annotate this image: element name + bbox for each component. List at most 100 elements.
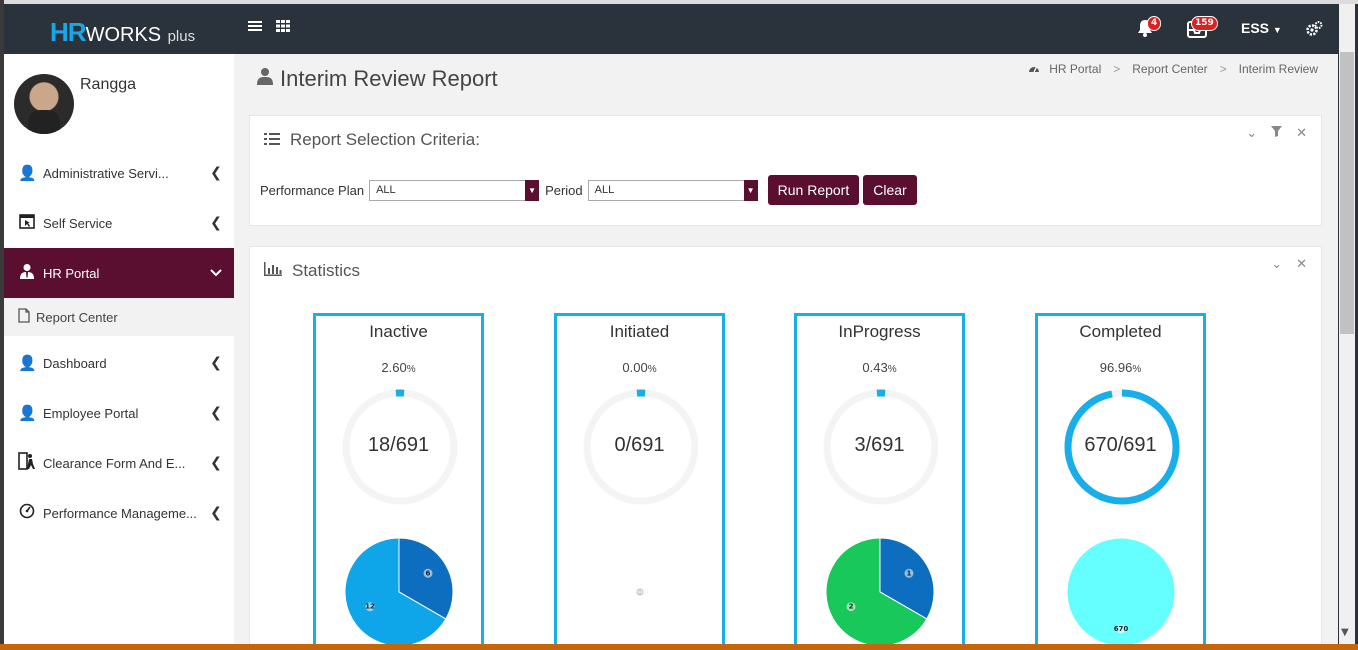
stat-percent-value: 0.00 [622,360,648,375]
sidebar-item-performance-management[interactable]: Performance Manageme... ❮ [4,488,234,538]
sidebar-subitem-label: Report Center [36,309,118,325]
stat-card-percent: 0.00% [557,360,722,375]
sidebar-item-label: HR Portal [43,265,100,281]
breadcrumb-report-center[interactable]: Report Center [1132,62,1207,76]
stat-percent-unit: % [887,364,897,375]
chevron-left-icon: ❮ [210,215,222,231]
sidebar-item-employee-portal[interactable]: 👤 Employee Portal ❮ [4,388,234,438]
stat-percent-unit: % [406,364,416,375]
criteria-panel-header: Report Selection Criteria: [264,130,480,150]
avatar[interactable] [14,74,74,134]
gauge-icon [18,503,36,523]
sidebar-item-dashboard[interactable]: 👤 Dashboard ❮ [4,338,234,388]
statistics-panel: Statistics ⌄ ✕ Inactive 2.60% 18/691 601… [249,246,1322,644]
breadcrumb-hr-portal[interactable]: HR Portal [1049,62,1101,76]
pie-slice-label: 6 [426,569,431,577]
stat-card-title: Inactive [369,322,428,341]
collapse-icon[interactable]: ⌄ [1246,126,1257,141]
window-bottom-edge [0,644,1358,650]
user-name: Rangga [80,76,137,93]
top-header: HRWORKS plus 4 159 ESS ▼ [4,4,1338,54]
grid-icon[interactable] [276,18,290,37]
app-logo[interactable]: HRWORKS plus [50,17,195,48]
chevron-left-icon: ❮ [210,165,222,181]
user-icon [256,67,274,91]
statistics-panel-title: Statistics [292,261,361,280]
performance-plan-label: Performance Plan [260,182,365,198]
breadcrumb-interim-review: Interim Review [1238,62,1318,76]
sidebar-item-label: Clearance Form And E... [43,455,186,471]
scrollbar-thumb[interactable] [1340,52,1354,334]
logo-hr: HR [50,17,87,47]
sidebar-item-administrative-services[interactable]: 👤 Administrative Servi... ❮ [4,148,234,198]
pie-slice-label: 1 [907,569,912,577]
sidebar-item-self-service[interactable]: Self Service ❮ [4,198,234,248]
stat-card-title: Initiated [609,322,670,341]
status-pie-chart: 0 [636,588,644,596]
performance-plan-value: ALL [376,183,396,196]
criteria-form: Performance Plan ALL ▼ Period ALL ▼ Run … [260,175,917,205]
run-report-button[interactable]: Run Report [767,175,860,205]
breadcrumb-separator: > [1113,62,1121,76]
logo-works: WORKS [85,24,162,46]
app-window: HRWORKS plus 4 159 ESS ▼ Rangga 👤 Admini… [4,4,1338,644]
bar-chart-icon [264,262,282,280]
stat-card-percent: 2.60% [316,360,481,375]
dropdown-arrow-icon: ▼ [525,179,540,201]
filter-icon[interactable] [1271,126,1283,141]
stat-card-completed: Completed 96.96% 670/691 0670 [1035,313,1206,644]
clear-button[interactable]: Clear [863,175,917,205]
stat-card-count: 3/691 [854,434,905,456]
period-label: Period [545,182,583,198]
stat-card-title: Completed [1079,322,1162,341]
user-icon: 👤 [18,354,37,372]
stat-card-title: InProgress [838,322,921,341]
role-dropdown[interactable]: ESS ▼ [1241,20,1282,36]
sidebar-item-hr-portal[interactable]: HR Portal [4,248,234,298]
scroll-down-arrow-icon[interactable]: ▼ [1341,627,1349,638]
stat-card-count: 0/691 [614,434,665,456]
stat-percent-value: 0.43 [862,360,888,375]
exit-icon [18,452,36,474]
pie-slice-label: 12 [365,603,375,611]
stat-card-percent: 0.43% [797,360,962,375]
breadcrumb-separator: > [1219,62,1227,76]
sidebar-item-clearance-form[interactable]: Clearance Form And E... ❮ [4,438,234,488]
status-pie-chart: 0670 [1066,537,1176,644]
hamburger-icon[interactable] [248,18,262,37]
period-select[interactable]: ALL ▼ [587,179,758,201]
status-pie-chart: 6012 [344,537,454,644]
chevron-left-icon: ❮ [210,405,222,421]
chevron-down-icon [206,265,226,281]
criteria-panel-title: Report Selection Criteria: [290,130,480,149]
sidebar-item-label: Performance Manageme... [43,505,197,521]
stat-card-percent: 96.96% [1038,360,1203,375]
performance-plan-select[interactable]: ALL ▼ [369,179,540,201]
sidebar-subitem-report-center[interactable]: Report Center [4,298,234,336]
sidebar: Rangga 👤 Administrative Servi... ❮ Self … [4,54,234,644]
stat-card-initiated: Initiated 0.00% 0/691 0 [554,313,725,644]
stat-percent-unit: % [647,364,657,375]
criteria-panel-tools: ⌄ ✕ [1246,126,1307,141]
list-icon [264,132,280,149]
pie-slice-label: 2 [849,603,854,611]
stat-card-count: 670/691 [1084,434,1157,456]
gears-icon[interactable] [1305,20,1323,42]
notifications-badge: 4 [1147,16,1162,31]
stat-percent-value: 96.96 [1099,360,1133,375]
logo-plus: plus [167,28,196,45]
chevron-left-icon: ❮ [210,505,222,521]
close-icon[interactable]: ✕ [1296,257,1307,272]
role-label: ESS [1241,20,1270,36]
sidebar-item-label: Self Service [43,215,113,231]
sidebar-item-label: Employee Portal [43,405,139,421]
chevron-left-icon: ❮ [210,455,222,471]
chevron-left-icon: ❮ [210,355,222,371]
pie-slice-label: 0 [638,590,641,596]
close-icon[interactable]: ✕ [1296,126,1307,141]
stat-percent-unit: % [1132,364,1142,375]
statistics-panel-header: Statistics [264,261,360,281]
collapse-icon[interactable]: ⌄ [1271,257,1282,272]
page-title: Interim Review Report [256,66,498,92]
dashboard-icon [1028,62,1043,76]
